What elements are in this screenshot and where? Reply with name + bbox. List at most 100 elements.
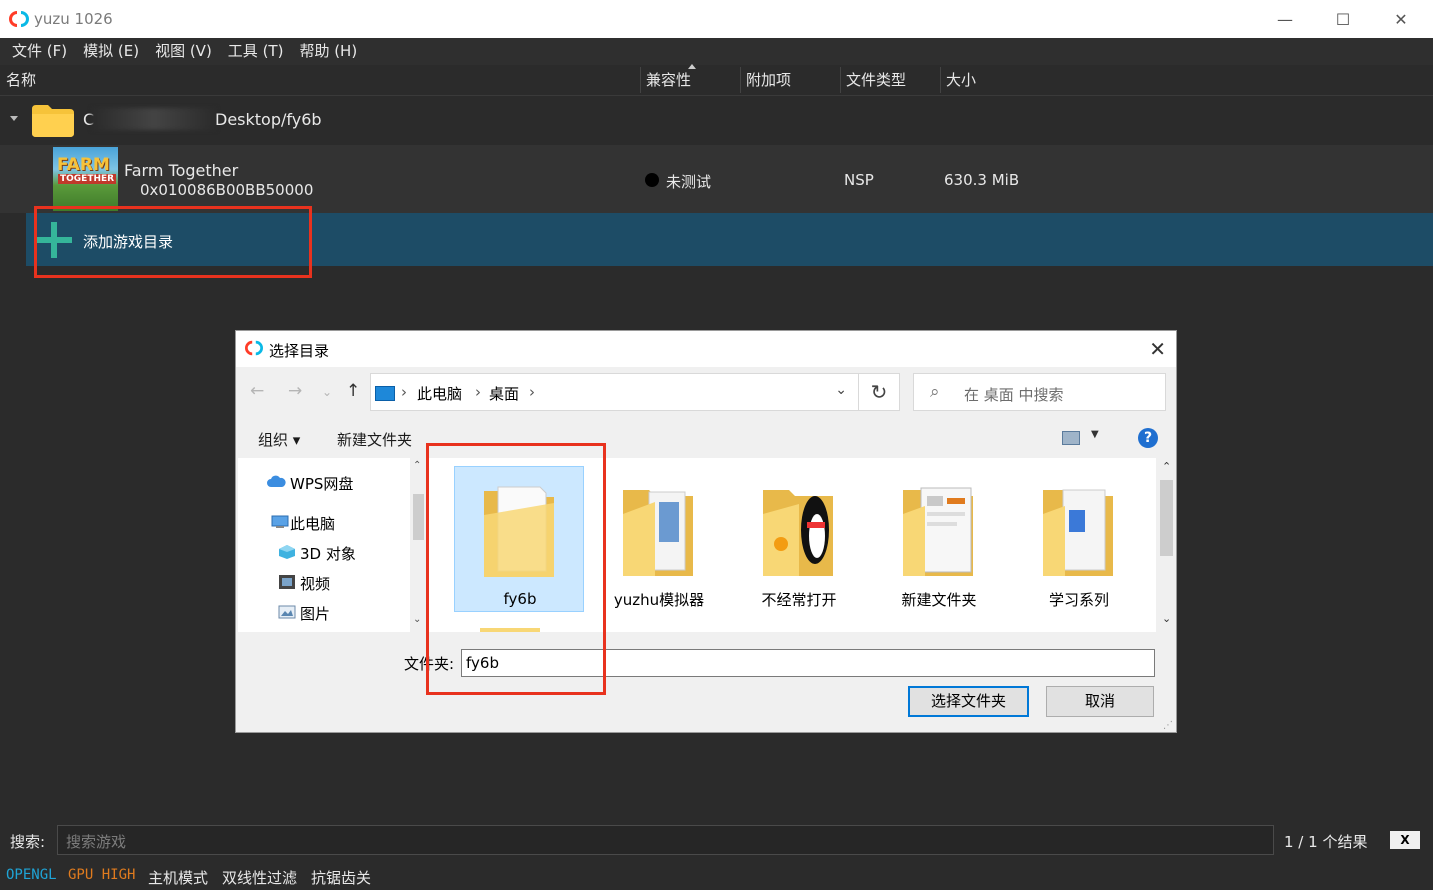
- nav-item-this-pc[interactable]: 此电脑: [290, 513, 335, 534]
- computer-icon: [271, 515, 289, 528]
- dock-mode-status[interactable]: 主机模式: [148, 867, 208, 888]
- breadcrumb-desktop[interactable]: 桌面: [489, 383, 519, 404]
- menu-file[interactable]: 文件 (F): [4, 38, 75, 65]
- add-game-directory-row[interactable]: 添加游戏目录: [26, 213, 1433, 266]
- dialog-search-placeholder: 在 桌面 中搜索: [964, 386, 1064, 404]
- computer-icon: [375, 386, 395, 401]
- column-addons[interactable]: 附加项: [740, 65, 840, 95]
- close-button[interactable]: ✕: [1372, 0, 1430, 38]
- folder-item-yuzhu[interactable]: yuzhu模拟器: [594, 466, 724, 612]
- picture-icon: [278, 605, 296, 619]
- up-arrow-icon[interactable]: ↑: [346, 381, 360, 401]
- sort-ascending-icon: [688, 64, 696, 69]
- chevron-right-icon[interactable]: ›: [475, 383, 481, 401]
- scroll-down-icon[interactable]: ⌄: [413, 614, 421, 625]
- scroll-thumb[interactable]: [413, 494, 424, 540]
- dialog-close-button[interactable]: ✕: [1149, 337, 1166, 361]
- folder-icon: [484, 486, 554, 577]
- chevron-right-icon[interactable]: ›: [529, 383, 535, 401]
- dialog-title-bar: 选择目录 ✕: [236, 331, 1176, 367]
- column-name[interactable]: 名称: [0, 65, 640, 95]
- game-title-id: 0x010086B00BB50000: [140, 181, 314, 199]
- navigation-pane: WPS网盘 此电脑 3D 对象 视频 图片: [238, 458, 410, 632]
- nav-item-wps[interactable]: WPS网盘: [290, 473, 353, 494]
- search-input[interactable]: 搜索游戏: [57, 825, 1274, 855]
- status-bar: OPENGL GPU HIGH 主机模式 双线性过滤 抗锯齿关: [0, 862, 1433, 890]
- column-compat[interactable]: 兼容性: [640, 65, 740, 95]
- new-folder-button[interactable]: 新建文件夹: [337, 429, 412, 450]
- view-mode-icon[interactable]: [1062, 431, 1080, 445]
- address-bar[interactable]: › 此电脑 › 桌面 › ⌄: [370, 373, 900, 411]
- gpu-accuracy-status[interactable]: GPU HIGH: [68, 867, 135, 883]
- refresh-button[interactable]: ↻: [858, 373, 900, 411]
- menu-emulation[interactable]: 模拟 (E): [75, 38, 147, 65]
- nav-item-video[interactable]: 视频: [300, 573, 330, 594]
- folder-icon: [1043, 489, 1113, 576]
- folder-label: 不经常打开: [761, 591, 837, 609]
- cancel-button[interactable]: 取消: [1046, 686, 1154, 717]
- menu-tools[interactable]: 工具 (T): [220, 38, 292, 65]
- folder-item-rarely-open[interactable]: 不经常打开: [734, 466, 864, 612]
- cloud-icon: [267, 475, 286, 487]
- folder-peek-icon: [480, 628, 540, 632]
- collapse-arrow-icon[interactable]: [10, 116, 18, 121]
- folder-label: fy6b: [503, 590, 537, 608]
- scroll-up-icon[interactable]: ⌃: [413, 460, 421, 471]
- folder-name-input[interactable]: fy6b: [461, 649, 1155, 677]
- maximize-button[interactable]: ☐: [1314, 0, 1372, 38]
- antialias-status[interactable]: 抗锯齿关: [311, 867, 371, 888]
- folder-label: 学习系列: [1048, 591, 1109, 609]
- clear-search-button[interactable]: X: [1390, 831, 1420, 849]
- view-dropdown-icon[interactable]: ▼: [1091, 429, 1099, 440]
- select-folder-button[interactable]: 选择文件夹: [908, 686, 1029, 717]
- scroll-thumb[interactable]: [1160, 480, 1173, 556]
- nav-scrollbar[interactable]: ⌃ ⌄: [410, 458, 426, 632]
- folder-view-scrollbar[interactable]: ⌃ ⌄: [1158, 458, 1175, 632]
- plus-icon-bar: [36, 237, 72, 243]
- folder-item-study[interactable]: 学习系列: [1014, 466, 1144, 612]
- menu-help[interactable]: 帮助 (H): [291, 38, 365, 65]
- select-directory-dialog: 选择目录 ✕ ← → ⌄ ↑ › 此电脑 › 桌面 › ⌄ ↻ ⌕ 在 桌面 中…: [235, 330, 1177, 733]
- recent-dropdown-icon[interactable]: ⌄: [322, 385, 332, 399]
- folder-icon: [763, 490, 833, 576]
- help-icon[interactable]: ?: [1138, 428, 1158, 448]
- cover-title-text: FARM: [57, 155, 110, 175]
- folder-label: yuzhu模拟器: [613, 591, 705, 609]
- search-label: 搜索:: [10, 833, 46, 851]
- game-folder-row[interactable]: C Desktop/fy6b: [0, 96, 1433, 144]
- breadcrumb-this-pc[interactable]: 此电脑: [417, 383, 462, 404]
- column-size[interactable]: 大小: [940, 65, 1040, 95]
- folder-path-end: Desktop/fy6b: [215, 110, 322, 129]
- column-filetype[interactable]: 文件类型: [840, 65, 940, 95]
- dialog-search-input[interactable]: ⌕ 在 桌面 中搜索: [913, 373, 1166, 411]
- chevron-right-icon[interactable]: ›: [401, 383, 407, 401]
- folder-item-fy6b[interactable]: fy6b: [454, 466, 584, 612]
- folder-icon: [32, 105, 74, 137]
- search-placeholder: 搜索游戏: [66, 833, 127, 851]
- minimize-button[interactable]: —: [1256, 0, 1314, 38]
- compat-status-icon: [645, 173, 659, 187]
- organize-button[interactable]: 组织 ▾: [258, 429, 300, 450]
- yuzu-logo-icon: [245, 340, 263, 356]
- scroll-down-icon[interactable]: ⌄: [1162, 612, 1171, 625]
- scroll-up-icon[interactable]: ⌃: [1162, 460, 1171, 473]
- cover-subtitle-text: TOGETHER: [58, 174, 117, 184]
- forward-arrow-icon[interactable]: →: [288, 381, 302, 401]
- folder-item-new-folder[interactable]: 新建文件夹: [874, 466, 1004, 612]
- back-arrow-icon[interactable]: ←: [250, 381, 264, 401]
- title-bar: yuzu 1026 — ☐ ✕: [0, 0, 1433, 39]
- chevron-down-icon[interactable]: ⌄: [835, 382, 847, 398]
- game-name: Farm Together: [124, 161, 239, 180]
- graphics-api-status[interactable]: OPENGL: [6, 867, 57, 883]
- window-title: yuzu 1026: [34, 10, 113, 28]
- game-row[interactable]: FARM TOGETHER Farm Together 0x010086B00B…: [0, 145, 1433, 213]
- game-cover-image: FARM TOGETHER: [53, 147, 118, 211]
- resize-grip-icon[interactable]: ⋰: [1163, 720, 1173, 731]
- nav-item-pictures[interactable]: 图片: [300, 603, 330, 624]
- nav-item-3d[interactable]: 3D 对象: [300, 543, 356, 564]
- filter-status[interactable]: 双线性过滤: [222, 867, 297, 888]
- menu-bar: 文件 (F) 模拟 (E) 视图 (V) 工具 (T) 帮助 (H): [0, 38, 1433, 65]
- yuzu-logo-icon: [9, 11, 29, 27]
- add-game-directory-label: 添加游戏目录: [83, 233, 174, 251]
- menu-view[interactable]: 视图 (V): [147, 38, 220, 65]
